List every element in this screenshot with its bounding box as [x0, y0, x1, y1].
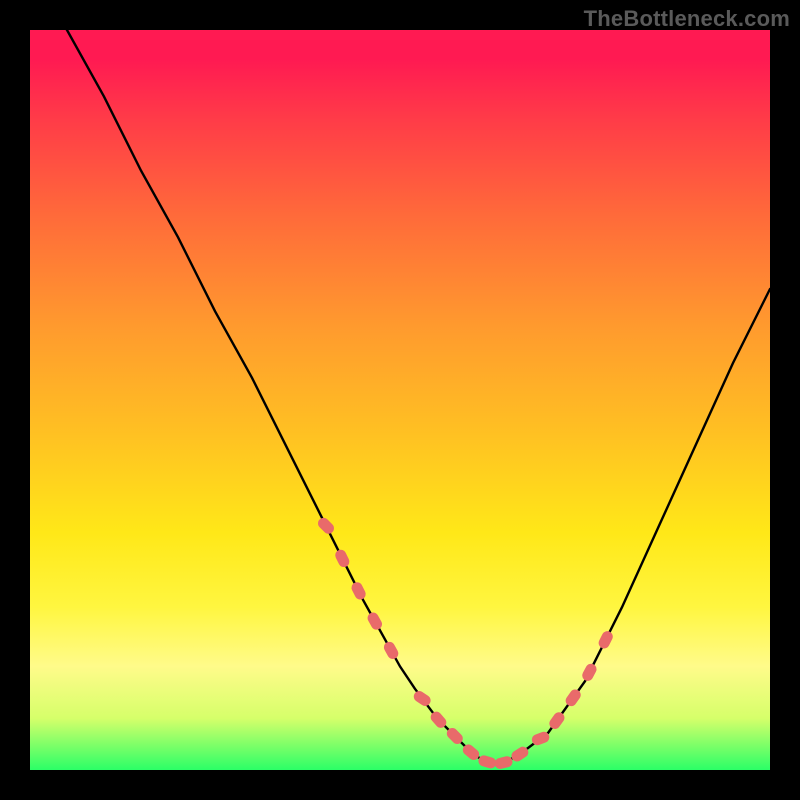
curve-marker: [597, 629, 615, 650]
curve-marker: [333, 548, 351, 569]
curve-marker: [382, 640, 400, 661]
curve-marker: [547, 710, 566, 731]
curve-marker: [366, 611, 384, 632]
curve-marker: [563, 687, 582, 708]
bottleneck-curve: [30, 30, 770, 763]
watermark-text: TheBottleneck.com: [584, 6, 790, 32]
marker-group: [316, 516, 615, 770]
curve-marker: [494, 755, 514, 770]
curve-marker: [350, 580, 368, 601]
curve-marker: [316, 516, 337, 537]
chart-frame: TheBottleneck.com: [0, 0, 800, 800]
curve-marker: [477, 754, 497, 770]
curve-marker: [412, 689, 433, 708]
curve-marker: [580, 662, 598, 683]
plot-area: [30, 30, 770, 770]
chart-svg: [30, 30, 770, 770]
